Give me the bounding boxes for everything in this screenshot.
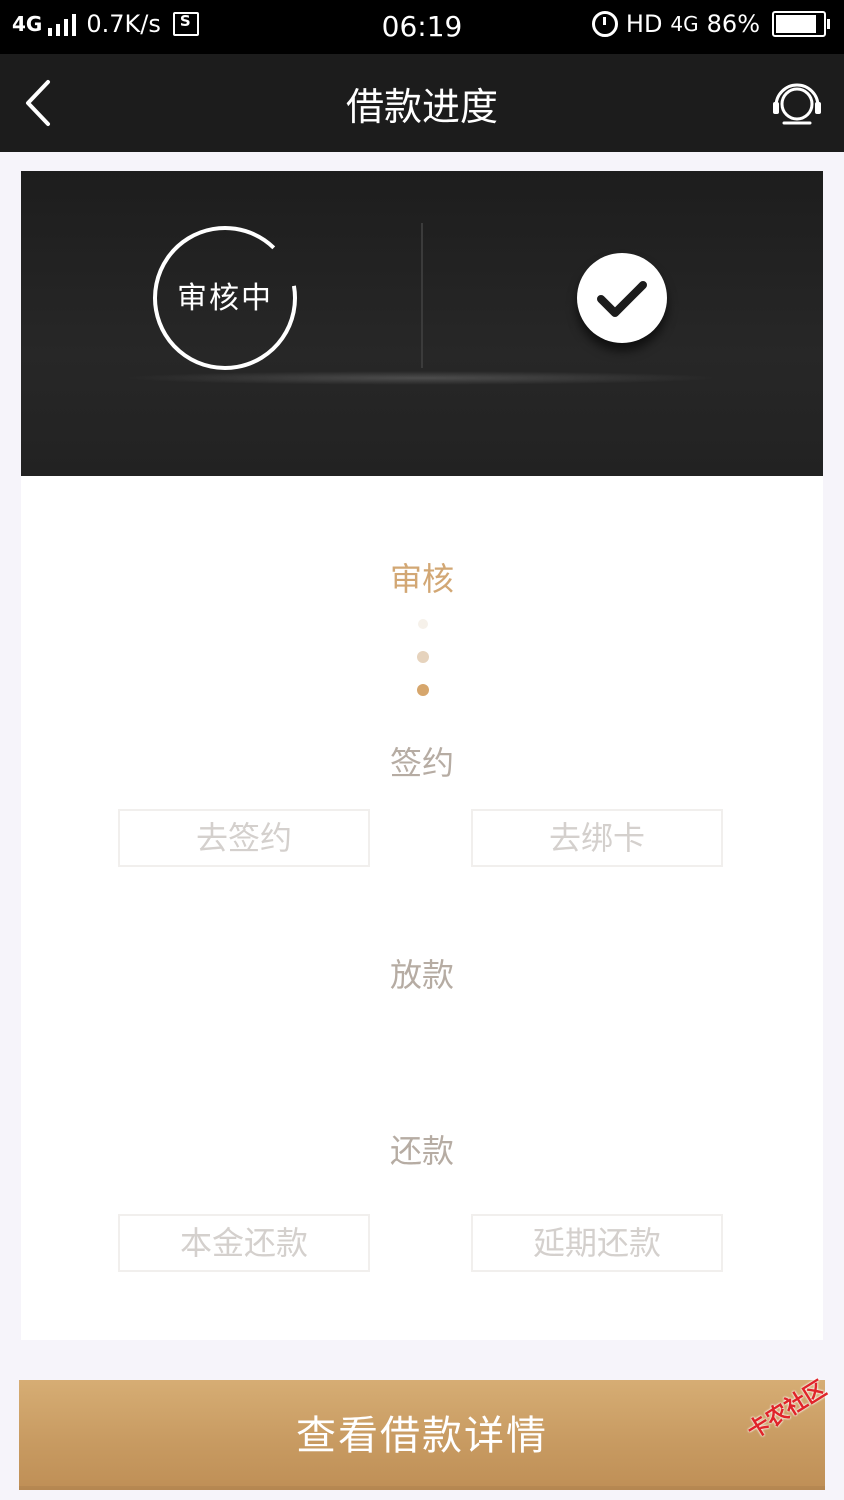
- network-type-right: 4G: [670, 12, 699, 36]
- battery-icon: [772, 11, 830, 37]
- status-right: HD 4G 86%: [591, 10, 830, 38]
- loan-status-card: 审核中: [21, 171, 823, 476]
- hd-indicator: HD: [625, 10, 663, 38]
- step-review: 审核: [389, 560, 454, 598]
- bind-card-button[interactable]: 去绑卡: [471, 809, 723, 867]
- headset-icon: [773, 83, 821, 125]
- progress-steps-card: 审核 签约 去签约 去绑卡 放款 还款 本金还款 延期还款: [21, 476, 823, 1340]
- progress-dot: [417, 684, 429, 696]
- progress-dot: [418, 619, 428, 629]
- step-disburse: 放款: [389, 956, 454, 994]
- battery-level: 86%: [706, 10, 760, 38]
- progress-dot: [417, 651, 429, 663]
- go-sign-button[interactable]: 去签约: [118, 809, 370, 867]
- nav-bar: 借款进度: [0, 54, 844, 152]
- page-title: 借款进度: [345, 85, 498, 129]
- card-glow: [121, 371, 721, 385]
- step-sign: 签约: [389, 744, 454, 782]
- step-repay: 还款: [389, 1132, 454, 1170]
- check-circle-icon: [577, 253, 667, 343]
- review-status-label: 审核中: [177, 281, 273, 316]
- customer-service-button[interactable]: [770, 76, 824, 130]
- extend-repay-button[interactable]: 延期还款: [471, 1214, 723, 1272]
- card-divider: [421, 223, 423, 368]
- status-bar: 4G 0.7K/s 06:19 HD 4G 86%: [0, 0, 844, 54]
- alarm-icon: [591, 11, 618, 37]
- principal-repay-button[interactable]: 本金还款: [118, 1214, 370, 1272]
- view-loan-details-button[interactable]: 查看借款详情: [19, 1380, 825, 1490]
